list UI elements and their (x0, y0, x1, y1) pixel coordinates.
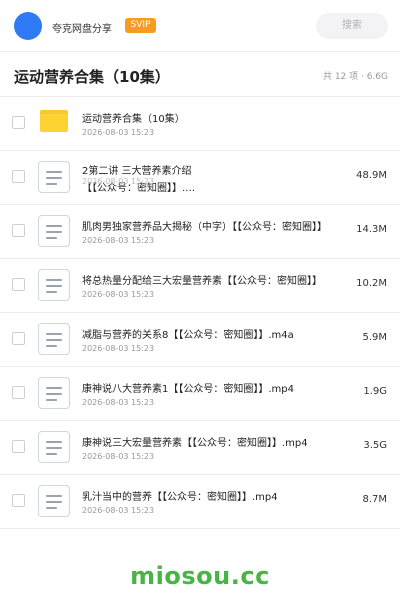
document-icon (38, 485, 70, 517)
item-date: 2026-08-03 15:23 (82, 290, 155, 299)
avatar[interactable] (14, 12, 42, 40)
select-checkbox[interactable] (12, 332, 25, 345)
select-checkbox[interactable] (12, 386, 25, 399)
list-item[interactable]: 2第二讲 三大营养素介绍 【【公众号：密知圈】】.… 2026-08-03 15… (0, 151, 400, 205)
item-name: 康神说三大宏量营养素【【公众号：密知圈】】.mp4 (82, 438, 308, 449)
item-summary: 共 12 项 · 6.6G (322, 72, 388, 82)
folder-icon (40, 110, 68, 132)
item-name: 将总热量分配给三大宏量营养素【【公众号：密知圈】】 (82, 276, 322, 287)
document-icon (38, 161, 70, 193)
select-checkbox[interactable] (12, 278, 25, 291)
document-icon (38, 215, 70, 247)
app-name: 夸克网盘分享 (52, 24, 112, 35)
item-date: 2026-08-03 15:23 (82, 344, 155, 353)
watermark: miosou.cc (130, 562, 270, 590)
item-name: 肌肉男独家营养品大揭秘（中字）【【公众号：密知圈】】 (82, 222, 327, 233)
item-size: 10.2M (356, 278, 387, 289)
item-size: 48.9M (356, 170, 387, 181)
item-size: 5.9M (362, 332, 387, 343)
item-date: 2026-08-03 15:23 (82, 177, 155, 186)
list-item[interactable]: 肌肉男独家营养品大揭秘（中字）【【公众号：密知圈】】 2026-08-03 15… (0, 205, 400, 259)
item-name: 减脂与营养的关系8【【公众号：密知圈】】.m4a (82, 330, 294, 341)
select-checkbox[interactable] (12, 224, 25, 237)
list-item[interactable]: 乳汁当中的营养【【公众号：密知圈】】.mp4 2026-08-03 15:23 … (0, 475, 400, 529)
document-icon (38, 269, 70, 301)
document-icon (38, 377, 70, 409)
select-checkbox[interactable] (12, 170, 25, 183)
item-name: 运动营养合集（10集） (82, 114, 185, 125)
svip-badge: SVIP (125, 18, 156, 33)
item-name: 乳汁当中的营养【【公众号：密知圈】】.mp4 (82, 492, 278, 503)
list-item[interactable]: 康神说三大宏量营养素【【公众号：密知圈】】.mp4 2026-08-03 15:… (0, 421, 400, 475)
file-list: 运动营养合集（10集） 2026-08-03 15:23 2第二讲 三大营养素介… (0, 97, 400, 529)
item-size: 3.5G (363, 440, 387, 451)
top-bar: 夸克网盘分享 SVIP 搜索 (0, 0, 400, 52)
item-date: 2026-08-03 15:23 (82, 128, 155, 137)
document-icon (38, 323, 70, 355)
list-item[interactable]: 将总热量分配给三大宏量营养素【【公众号：密知圈】】 2026-08-03 15:… (0, 259, 400, 313)
item-name: 康神说八大营养素1【【公众号：密知圈】】.mp4 (82, 384, 294, 395)
item-size: 1.9G (363, 386, 387, 397)
list-item[interactable]: 康神说八大营养素1【【公众号：密知圈】】.mp4 2026-08-03 15:2… (0, 367, 400, 421)
list-item-folder[interactable]: 运动营养合集（10集） 2026-08-03 15:23 (0, 97, 400, 151)
item-date: 2026-08-03 15:23 (82, 506, 155, 515)
folder-header: 运动营养合集（10集） 共 12 项 · 6.6G (0, 52, 400, 97)
item-size: 14.3M (356, 224, 387, 235)
item-size: 8.7M (362, 494, 387, 505)
item-date: 2026-08-03 15:23 (82, 236, 155, 245)
search-input[interactable]: 搜索 (316, 13, 388, 39)
item-date: 2026-08-03 15:23 (82, 452, 155, 461)
document-icon (38, 431, 70, 463)
item-date: 2026-08-03 15:23 (82, 398, 155, 407)
page-title: 运动营养合集（10集） (14, 68, 170, 86)
list-item[interactable]: 减脂与营养的关系8【【公众号：密知圈】】.m4a 2026-08-03 15:2… (0, 313, 400, 367)
select-checkbox[interactable] (12, 494, 25, 507)
select-checkbox[interactable] (12, 116, 25, 129)
select-checkbox[interactable] (12, 440, 25, 453)
